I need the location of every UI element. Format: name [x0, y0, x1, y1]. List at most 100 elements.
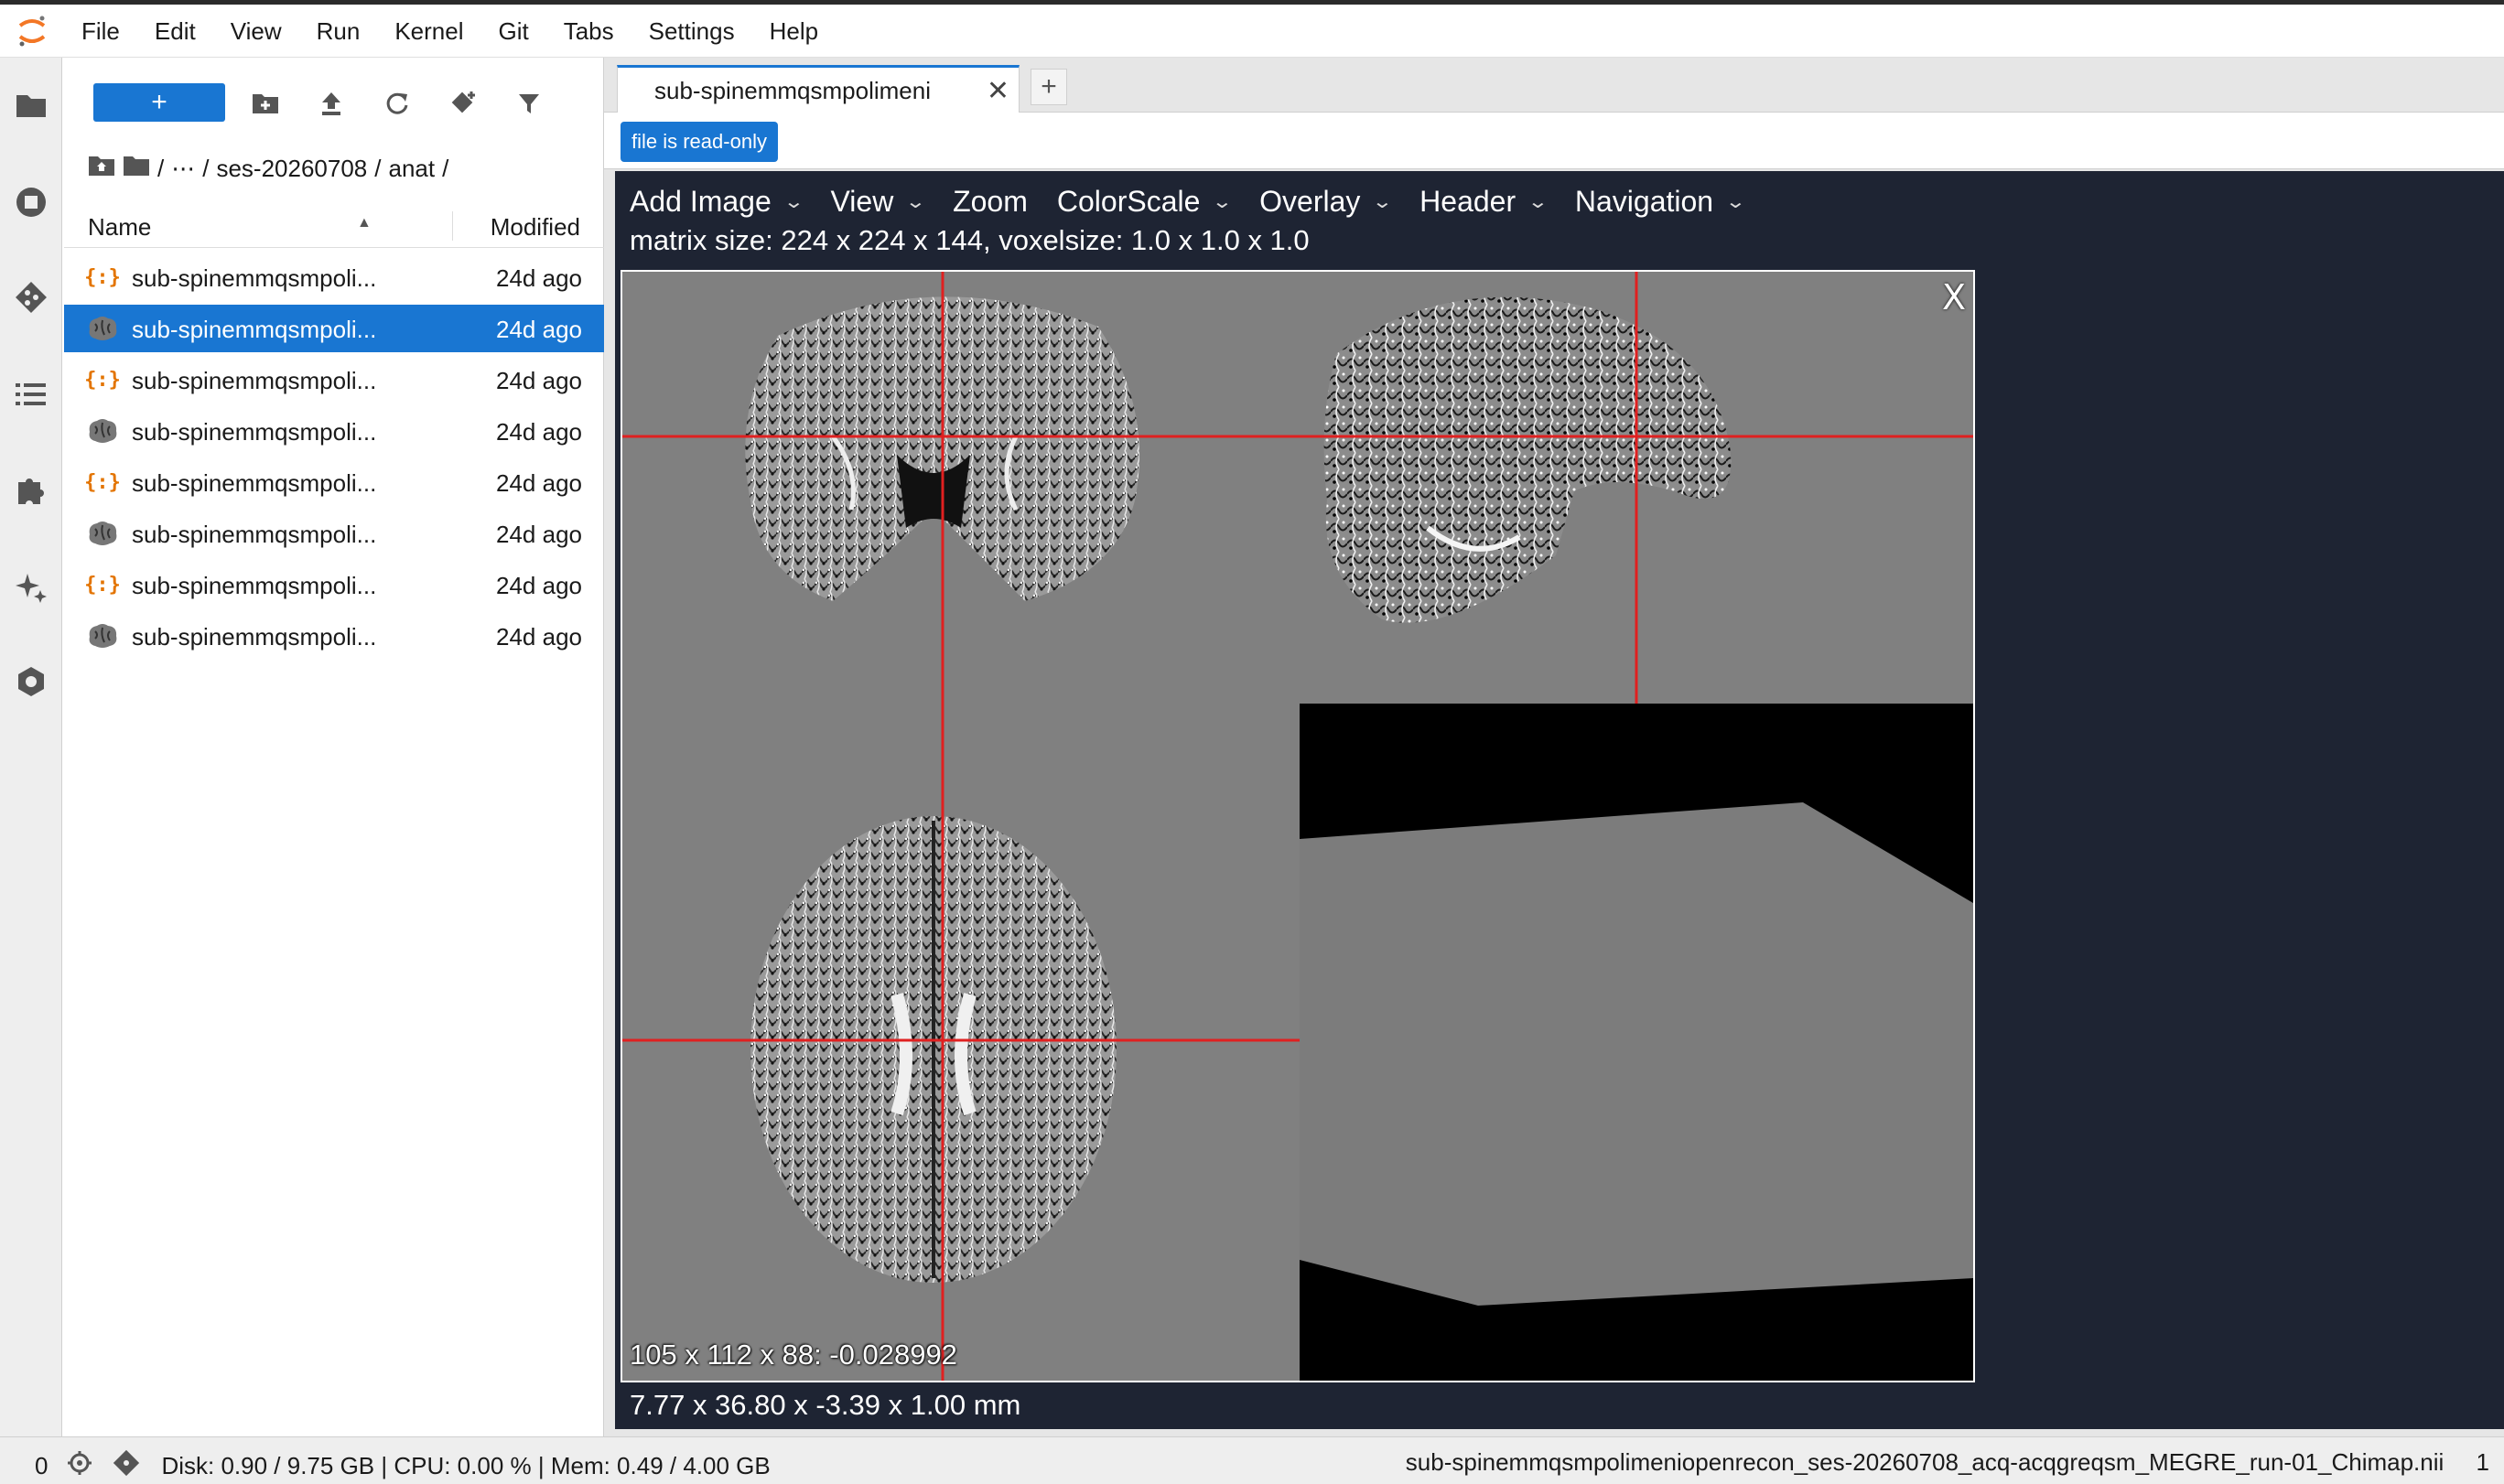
chevron-down-icon: ⌄	[1212, 191, 1234, 212]
upload-icon[interactable]	[311, 83, 351, 124]
chevron-down-icon: ⌄	[1527, 191, 1549, 212]
file-row[interactable]: {:} sub-spinemmqsmpoli... 24d ago	[64, 356, 604, 403]
tab-bar: sub-spinemmqsmpolimeni ✕ +	[604, 58, 2504, 113]
file-name: sub-spinemmqsmpoli...	[132, 572, 377, 599]
left-sidebar-rail	[0, 58, 62, 1436]
viewer-menu-overlay[interactable]: Overlay ⌄	[1245, 185, 1405, 219]
file-row[interactable]: {:} sub-spinemmqsmpoli... 24d ago	[64, 561, 604, 608]
kernel-count[interactable]: 0	[35, 1452, 48, 1480]
extensions-icon[interactable]	[13, 471, 49, 508]
file-row[interactable]: sub-spinemmqsmpoli... 24d ago	[64, 407, 604, 455]
json-icon: {:}	[84, 573, 121, 597]
menu-file[interactable]: File	[64, 5, 137, 58]
file-row[interactable]: {:} sub-spinemmqsmpoli... 24d ago	[64, 458, 604, 506]
file-name: sub-spinemmqsmpoli...	[132, 623, 377, 651]
voxel-value-readout: 105 x 112 x 88: -0.028992	[630, 1339, 957, 1371]
tab-label: sub-spinemmqsmpolimeni	[654, 77, 931, 104]
menu-run[interactable]: Run	[299, 5, 378, 58]
tab-nifti-viewer[interactable]: sub-spinemmqsmpolimeni ✕	[617, 65, 1020, 113]
column-divider[interactable]	[452, 211, 453, 241]
matrix-info: matrix size: 224 x 224 x 144, voxelsize:…	[630, 224, 1310, 256]
tab-close-icon[interactable]: ✕	[987, 75, 1009, 107]
filter-icon[interactable]	[509, 83, 549, 124]
breadcrumb-separator: /	[374, 154, 382, 182]
git-status-icon[interactable]	[112, 1448, 141, 1484]
viewer-menu-view[interactable]: View ⌄	[816, 185, 939, 219]
git-icon[interactable]	[13, 279, 49, 316]
root-folder-icon[interactable]	[123, 155, 150, 183]
file-modified: 24d ago	[496, 623, 582, 651]
menu-help[interactable]: Help	[752, 5, 836, 58]
world-coordinates: 7.77 x 36.80 x -3.39 x 1.00 mm	[630, 1389, 1021, 1421]
file-modified: 24d ago	[496, 367, 582, 394]
document-toolbar: file is read-only	[604, 113, 2504, 169]
file-row[interactable]: {:} sub-spinemmqsmpoli... 24d ago	[64, 253, 604, 301]
file-modified: 24d ago	[496, 469, 582, 497]
menu-kernel[interactable]: Kernel	[377, 5, 480, 58]
file-name: sub-spinemmqsmpoli...	[132, 264, 377, 292]
status-left: 0 Disk: 0.90 / 9.75 GB | CPU: 0.00 % | M…	[35, 1448, 771, 1484]
viewer-menu-add-image[interactable]: Add Image ⌄	[615, 185, 816, 219]
ai-assistant-icon[interactable]	[13, 568, 49, 605]
kernel-gear-icon[interactable]	[68, 1451, 92, 1481]
viewer-menu-colorscale[interactable]: ColorScale ⌄	[1042, 185, 1245, 219]
chevron-down-icon: ⌄	[782, 191, 804, 212]
json-icon: {:}	[84, 470, 121, 494]
home-folder-icon[interactable]	[88, 155, 115, 183]
status-right: sub-spinemmqsmpolimeniopenrecon_ses-2026…	[1406, 1448, 2489, 1477]
file-row[interactable]: sub-spinemmqsmpoli... 24d ago	[64, 612, 604, 660]
file-modified: 24d ago	[496, 521, 582, 548]
new-folder-icon[interactable]	[245, 83, 286, 124]
menu-git[interactable]: Git	[480, 5, 545, 58]
column-modified[interactable]: Modified	[491, 213, 580, 242]
refresh-icon[interactable]	[377, 83, 417, 124]
file-modified: 24d ago	[496, 418, 582, 446]
column-name[interactable]: Name	[88, 213, 151, 242]
brain-icon	[86, 416, 119, 446]
viewer-menu-navigation[interactable]: Navigation ⌄	[1560, 185, 1758, 219]
git-clone-icon[interactable]	[443, 83, 483, 124]
nifti-viewer: Add Image ⌄ View ⌄ Zoom ColorScale ⌄ Overla…	[615, 171, 2504, 1429]
menu-view[interactable]: View	[213, 5, 299, 58]
status-filename: sub-spinemmqsmpolimeniopenrecon_ses-2026…	[1405, 1448, 2445, 1476]
file-modified: 24d ago	[496, 316, 582, 343]
file-modified: 24d ago	[496, 572, 582, 599]
breadcrumb-separator: /	[157, 154, 165, 182]
breadcrumb-anat[interactable]: anat	[389, 155, 436, 183]
read-only-badge: file is read-only	[621, 122, 778, 162]
file-browser: + / ⋯ / ses-20260708 / anat / Name ▲ Mod…	[62, 58, 604, 1436]
property-inspector-icon[interactable]	[13, 663, 49, 700]
menu-settings[interactable]: Settings	[631, 5, 752, 58]
sort-ascending-icon[interactable]: ▲	[357, 215, 372, 231]
new-tab-button[interactable]: +	[1031, 69, 1067, 105]
file-list-header: Name ▲ Modified	[64, 204, 604, 248]
json-icon: {:}	[84, 368, 121, 392]
close-viewer-button[interactable]: X	[1942, 277, 1966, 317]
file-name: sub-spinemmqsmpoli...	[132, 367, 377, 394]
brain-icon	[86, 519, 119, 548]
viewer-menu-header[interactable]: Header ⌄	[1405, 185, 1560, 219]
viewer-menu: Add Image ⌄ View ⌄ Zoom ColorScale ⌄ Overla…	[615, 178, 1758, 224]
menu-edit[interactable]: Edit	[137, 5, 213, 58]
sagittal-slice	[1323, 296, 1732, 623]
volume-canvas[interactable]: X 105 x 112 x 88: -0.028992	[621, 270, 1975, 1382]
status-line: 1	[2476, 1448, 2489, 1476]
jupyter-logo-icon	[0, 5, 64, 58]
render-3d-panel	[1300, 704, 1973, 1381]
breadcrumb-session[interactable]: ses-20260708	[216, 155, 367, 183]
brain-icon	[86, 621, 119, 651]
toc-icon[interactable]	[13, 376, 49, 413]
chevron-down-icon: ⌄	[1372, 191, 1394, 212]
file-name: sub-spinemmqsmpoli...	[132, 521, 377, 548]
new-launcher-button[interactable]: +	[93, 83, 225, 122]
file-row[interactable]: sub-spinemmqsmpoli... 24d ago	[64, 510, 604, 557]
breadcrumb-ellipsis[interactable]: ⋯	[171, 155, 195, 183]
menu-tabs[interactable]: Tabs	[546, 5, 631, 58]
folder-icon[interactable]	[13, 87, 49, 124]
file-name: sub-spinemmqsmpoli...	[132, 418, 377, 446]
running-icon[interactable]	[13, 184, 49, 220]
chevron-down-icon: ⌄	[904, 191, 927, 212]
viewer-menu-zoom[interactable]: Zoom	[938, 185, 1042, 219]
file-row[interactable]: sub-spinemmqsmpoli... 24d ago	[64, 305, 604, 352]
file-name: sub-spinemmqsmpoli...	[132, 316, 377, 343]
